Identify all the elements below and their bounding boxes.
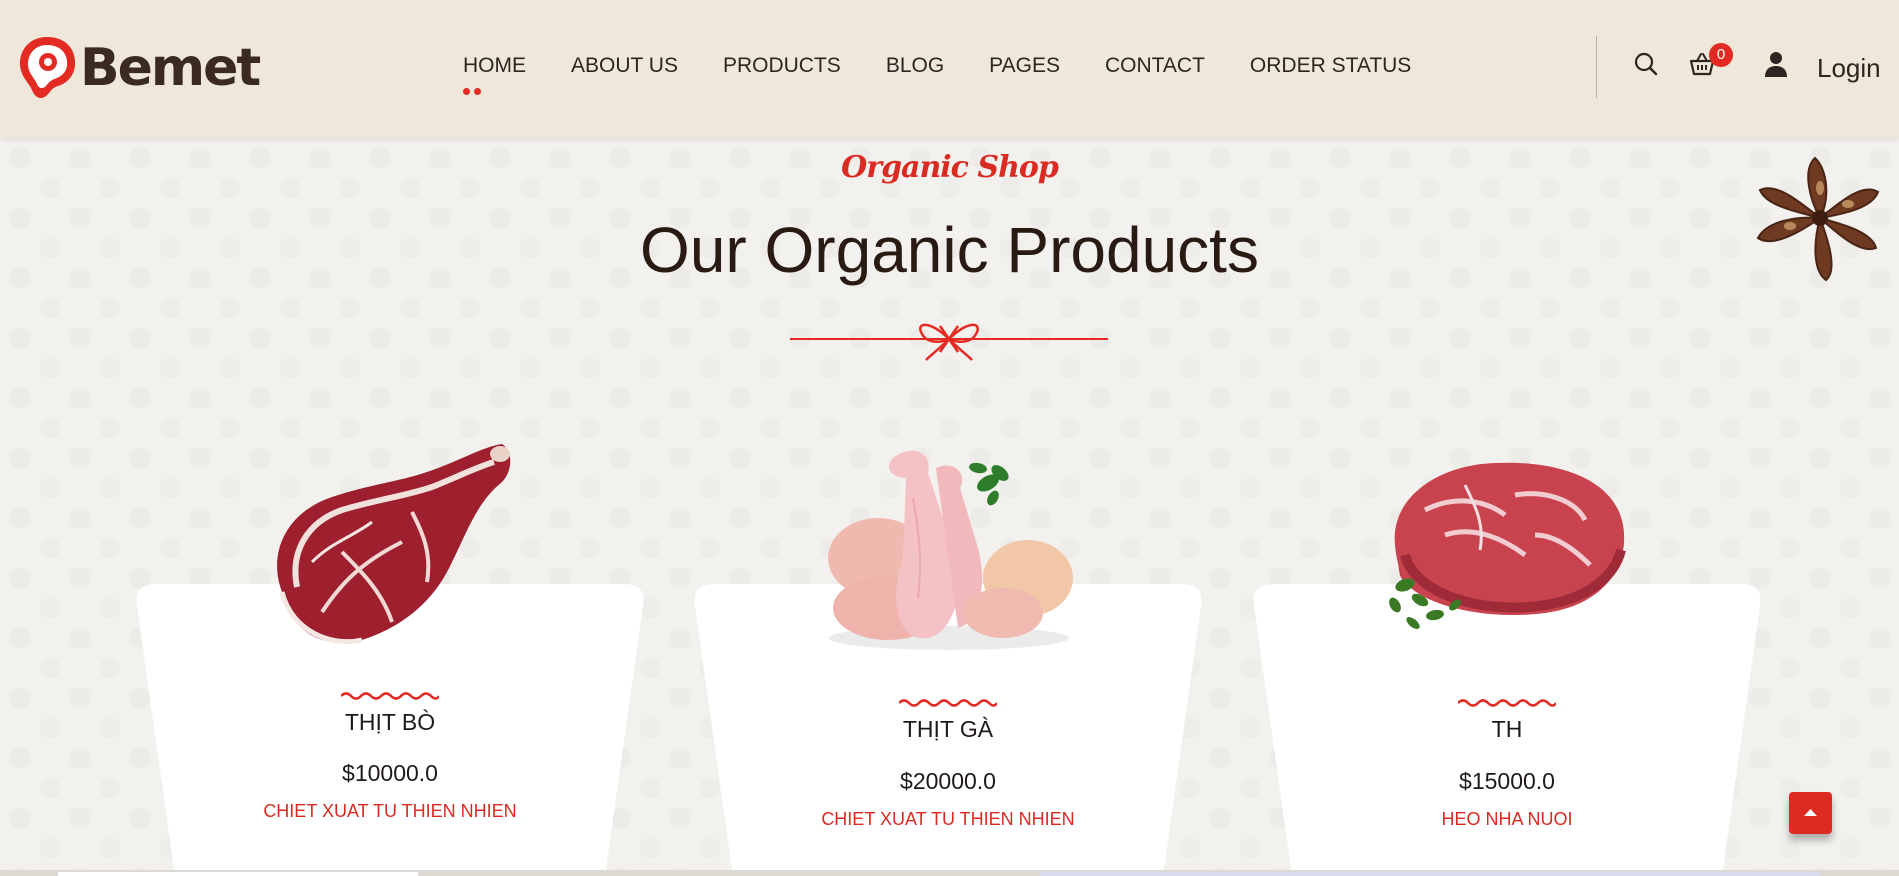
product-description: CHIET XUAT TU THIEN NHIEN	[263, 801, 517, 821]
product-price: $10000.0	[342, 760, 438, 786]
product-price: $15000.0	[1459, 768, 1555, 794]
section-title: Our Organic Products	[640, 214, 1259, 286]
scroll-to-top-button[interactable]	[1789, 792, 1832, 834]
nav-item-pages[interactable]: PAGES	[989, 54, 1060, 78]
nav-item-label: PRODUCTS	[722, 54, 841, 77]
product-description: HEO NHA NUOI	[1441, 809, 1573, 829]
chevron-up-icon	[1804, 809, 1817, 816]
nav-item-order-status[interactable]: ORDER STATUS	[1250, 54, 1411, 78]
nav-item-label: ABOUT US	[571, 54, 678, 77]
nav-item-label: HOME	[463, 54, 526, 77]
wave-divider	[898, 695, 999, 707]
product-name: THỊT BÒ	[344, 709, 436, 735]
product-name: THỊT GÀ	[902, 716, 994, 742]
product-price: $20000.0	[900, 768, 996, 794]
nav-item-about-us[interactable]: ABOUT US	[571, 54, 678, 78]
main-navigation: HOME ABOUT US PRODUCTS BLOG PAGES CONTAC…	[463, 54, 1456, 95]
user-icon[interactable]	[1762, 50, 1790, 78]
pork-steak-image	[1389, 462, 1626, 629]
login-link[interactable]: Login	[1817, 53, 1881, 84]
header-divider	[1596, 36, 1597, 98]
nav-item-label: PAGES	[989, 54, 1060, 77]
nav-item-blog[interactable]: BLOG	[886, 54, 944, 78]
nav-item-products[interactable]: PRODUCTS	[723, 54, 841, 78]
search-icon[interactable]	[1632, 50, 1660, 78]
brand-logo[interactable]: Bemet	[16, 34, 261, 102]
bottom-edge	[0, 870, 1899, 876]
wave-divider	[340, 688, 441, 700]
nav-item-label: ORDER STATUS	[1249, 54, 1412, 77]
site-header: Bemet HOME ABOUT US PRODUCTS BLOG PAGES …	[0, 0, 1899, 138]
product-name: TH	[1491, 716, 1523, 742]
wave-divider	[1457, 695, 1558, 707]
chicken-drumsticks-image	[828, 450, 1073, 650]
section-subtitle: Organic Shop	[841, 150, 1059, 185]
nav-item-label: BLOG	[885, 54, 945, 77]
nav-item-home[interactable]: HOME	[463, 54, 526, 95]
beef-steak-image	[277, 444, 511, 645]
nav-item-contact[interactable]: CONTACT	[1105, 54, 1205, 78]
nav-item-label: CONTACT	[1104, 54, 1205, 77]
meat-logo-icon	[19, 37, 76, 98]
cart-count-badge: 0	[1709, 43, 1733, 67]
active-indicator	[463, 88, 481, 95]
brand-name: Bemet	[80, 38, 261, 98]
product-description: CHIET XUAT TU THIEN NHIEN	[821, 809, 1075, 829]
ribbon-divider-icon	[790, 323, 1108, 361]
